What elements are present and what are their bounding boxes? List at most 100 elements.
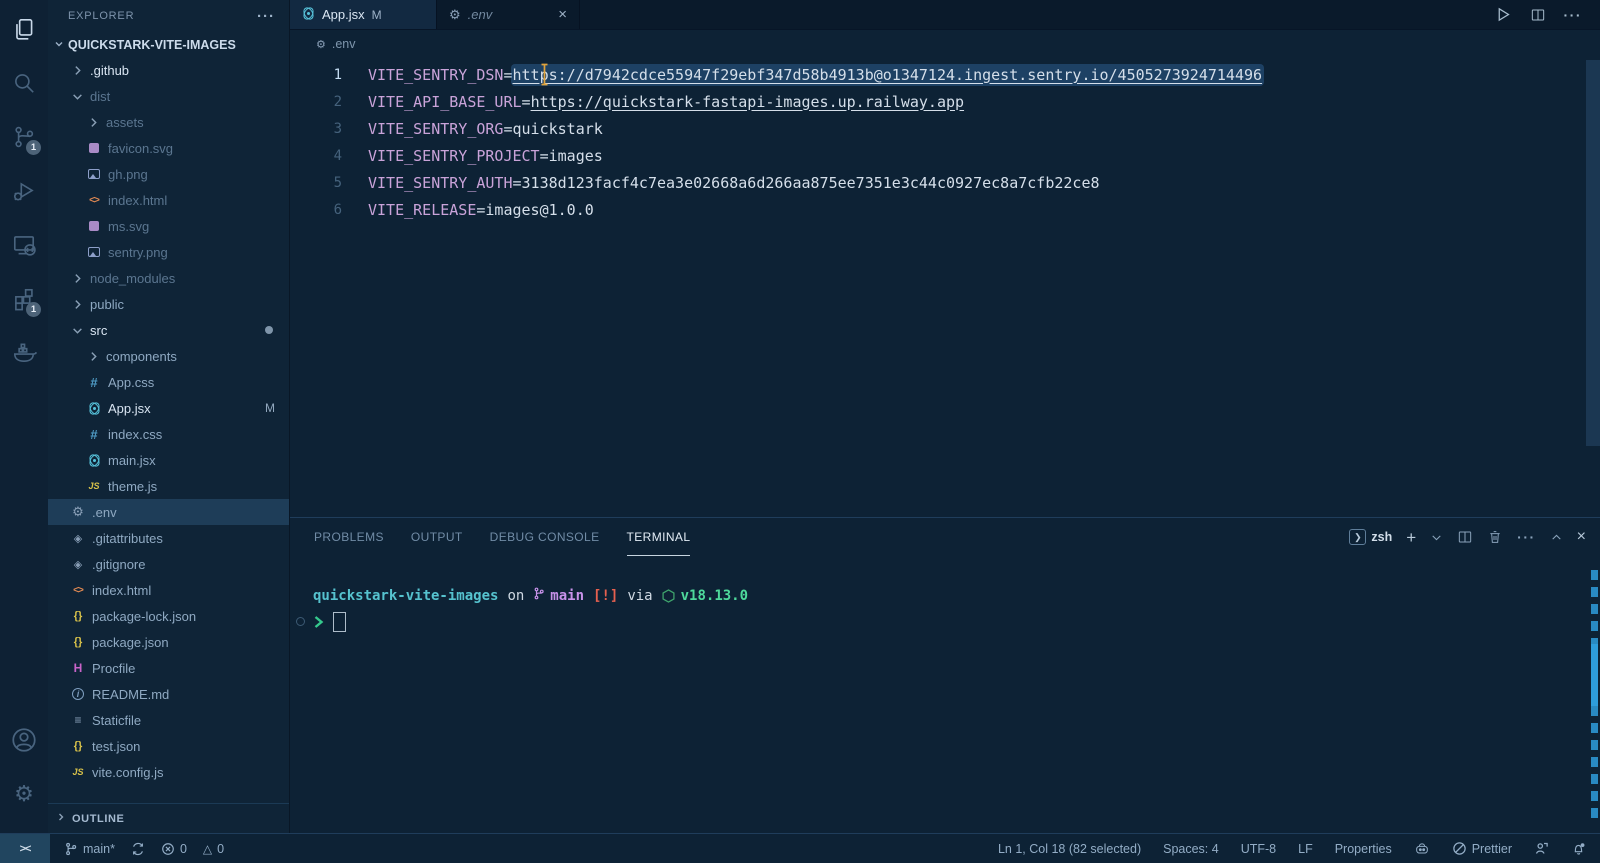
editor-tab-app-jsx[interactable]: App.jsx M	[290, 0, 437, 29]
status-indentation[interactable]: Spaces: 4	[1163, 842, 1219, 856]
tree-item-app-jsx[interactable]: App.jsx M	[48, 395, 289, 421]
tree-item-procfile[interactable]: H Procfile	[48, 655, 289, 681]
status-formatter[interactable]: Prettier	[1452, 841, 1512, 856]
split-editor-button[interactable]	[1530, 7, 1546, 23]
outline-section[interactable]: OUTLINE	[48, 803, 289, 833]
activity-item-docker[interactable]	[0, 326, 48, 380]
tree-item-staticfile[interactable]: ≡ Staticfile	[48, 707, 289, 733]
react-file-icon	[86, 402, 102, 415]
code-line-6[interactable]: 6 VITE_RELEASE=images@1.0.0	[290, 196, 1600, 223]
tree-item-package-lock-json[interactable]: {} package-lock.json	[48, 603, 289, 629]
tree-item-components[interactable]: components	[48, 343, 289, 369]
tree-item-sentry-png[interactable]: sentry.png	[48, 239, 289, 265]
tree-item-package-json[interactable]: {} package.json	[48, 629, 289, 655]
status-cursor-position[interactable]: Ln 1, Col 18 (82 selected)	[998, 842, 1141, 856]
code-text: VITE_SENTRY_PROJECT=images	[368, 147, 603, 165]
panel-tab-debug-console[interactable]: DEBUG CONSOLE	[490, 518, 600, 556]
activity-item-explorer[interactable]	[0, 2, 48, 56]
tree-item-label: main.jsx	[108, 452, 156, 468]
status-eol[interactable]: LF	[1298, 842, 1313, 856]
tree-item-gh-png[interactable]: gh.png	[48, 161, 289, 187]
project-root-row[interactable]: QUICKSTARK-VITE-IMAGES	[48, 32, 289, 57]
env-key: VITE_SENTRY_ORG	[368, 119, 504, 138]
code-editor[interactable]: 1 VITE_SENTRY_DSN=https://d7942cdce55947f…	[290, 58, 1600, 517]
activity-item-remote-explorer[interactable]	[0, 218, 48, 272]
code-line-2[interactable]: 2 VITE_API_BASE_URL=https://quickstark-fa…	[290, 88, 1600, 115]
tree-item-node-modules[interactable]: node_modules	[48, 265, 289, 291]
tree-item-main-jsx[interactable]: main.jsx	[48, 447, 289, 473]
activity-item-accounts[interactable]	[0, 717, 48, 763]
tree-item-label: assets	[106, 114, 144, 130]
tree-item-vite-config-js[interactable]: JS vite.config.js	[48, 759, 289, 785]
command-decoration-icon[interactable]	[296, 617, 305, 626]
status-git-branch[interactable]: main*	[64, 842, 115, 856]
status-eol-label: LF	[1298, 841, 1313, 856]
tree-item-test-json[interactable]: {} test.json	[48, 733, 289, 759]
activity-item-source-control[interactable]: 1	[0, 110, 48, 164]
code-line-4[interactable]: 4 VITE_SENTRY_PROJECT=images	[290, 142, 1600, 169]
tree-item--github[interactable]: .github	[48, 57, 289, 83]
tree-item-favicon-svg[interactable]: favicon.svg	[48, 135, 289, 161]
terminal-more-button[interactable]: ···	[1517, 529, 1536, 545]
tree-item-ms-svg[interactable]: ms.svg	[48, 213, 289, 239]
env-key: VITE_SENTRY_AUTH	[368, 173, 513, 192]
split-terminal-button[interactable]	[1457, 529, 1473, 545]
prompt-node-version: v18.13.0	[680, 587, 749, 604]
new-terminal-button[interactable]: +	[1406, 529, 1416, 546]
tree-item--env[interactable]: ⚙ .env	[48, 499, 289, 525]
breadcrumb[interactable]: ⚙ .env	[290, 30, 1600, 58]
panel-tab-output[interactable]: OUTPUT	[411, 518, 463, 556]
status-errors[interactable]: 0	[161, 842, 187, 856]
tree-item-dist[interactable]: dist	[48, 83, 289, 109]
remote-indicator[interactable]: ><	[0, 834, 50, 863]
activity-item-settings[interactable]: ⚙	[0, 771, 48, 817]
tree-item-index-html[interactable]: <> index.html	[48, 187, 289, 213]
status-feedback[interactable]	[1534, 841, 1549, 856]
status-formatter-label: Prettier	[1471, 841, 1512, 856]
run-button[interactable]	[1495, 6, 1512, 23]
activity-item-search[interactable]	[0, 56, 48, 110]
status-sync[interactable]	[131, 842, 145, 856]
activity-item-run-and-debug[interactable]	[0, 164, 48, 218]
views-more-icon[interactable]: ···	[257, 8, 275, 25]
tree-item-label: .github	[90, 62, 130, 78]
code-line-3[interactable]: 3 VITE_SENTRY_ORG=quickstark	[290, 115, 1600, 142]
tree-item-label: gh.png	[108, 166, 148, 182]
close-panel-button[interactable]: ×	[1577, 529, 1586, 545]
editor-scrollbar[interactable]	[1586, 60, 1600, 446]
terminal-dropdown[interactable]	[1430, 531, 1443, 544]
close-icon[interactable]: ×	[558, 7, 567, 22]
tree-item-src[interactable]: src	[48, 317, 289, 343]
feedback-icon	[1534, 841, 1549, 856]
tree-item-app-css[interactable]: # App.css	[48, 369, 289, 395]
chevron-right-icon	[56, 812, 66, 825]
tree-item-readme-md[interactable]: i README.md	[48, 681, 289, 707]
activity-item-extensions[interactable]: 1	[0, 272, 48, 326]
terminal-profile[interactable]: ❯ zsh	[1349, 529, 1392, 545]
tree-item-assets[interactable]: assets	[48, 109, 289, 135]
terminal-content[interactable]: quickstark-vite-images on main [!] via v18.13…	[290, 556, 1600, 833]
tree-item-theme-js[interactable]: JS theme.js	[48, 473, 289, 499]
panel-tab-terminal[interactable]: TERMINAL	[626, 518, 691, 556]
status-language-mode[interactable]: Properties	[1335, 842, 1392, 856]
status-notifications[interactable]	[1571, 841, 1586, 856]
tree-item-label: Staticfile	[92, 712, 142, 728]
tree-item--gitattributes[interactable]: ◈ .gitattributes	[48, 525, 289, 551]
code-line-5[interactable]: 5 VITE_SENTRY_AUTH=3138d123facf4c7ea3e026…	[290, 169, 1600, 196]
maximize-panel-button[interactable]	[1550, 531, 1563, 544]
status-warnings[interactable]: △ 0	[203, 842, 224, 856]
tree-item--gitignore[interactable]: ◈ .gitignore	[48, 551, 289, 577]
status-encoding[interactable]: UTF-8	[1241, 842, 1276, 856]
panel-tab-problems[interactable]: PROBLEMS	[314, 518, 384, 556]
status-copilot[interactable]	[1414, 841, 1430, 857]
panel-header: PROBLEMS OUTPUT DEBUG CONSOLE TERMINAL ❯ zsh…	[290, 518, 1600, 556]
editor-tab--env[interactable]: ⚙ .env ×	[437, 0, 580, 29]
chevron-right-icon	[70, 65, 84, 76]
tree-item-index-html[interactable]: <> index.html	[48, 577, 289, 603]
more-actions-button[interactable]: ···	[1564, 7, 1583, 23]
kill-terminal-button[interactable]	[1487, 529, 1503, 545]
tree-item-index-css[interactable]: # index.css	[48, 421, 289, 447]
code-line-1[interactable]: 1 VITE_SENTRY_DSN=https://d7942cdce55947f…	[290, 61, 1600, 88]
env-value-link: https://d7942cdce55947f29ebf347d58b4913b…	[512, 65, 1263, 84]
tree-item-public[interactable]: public	[48, 291, 289, 317]
